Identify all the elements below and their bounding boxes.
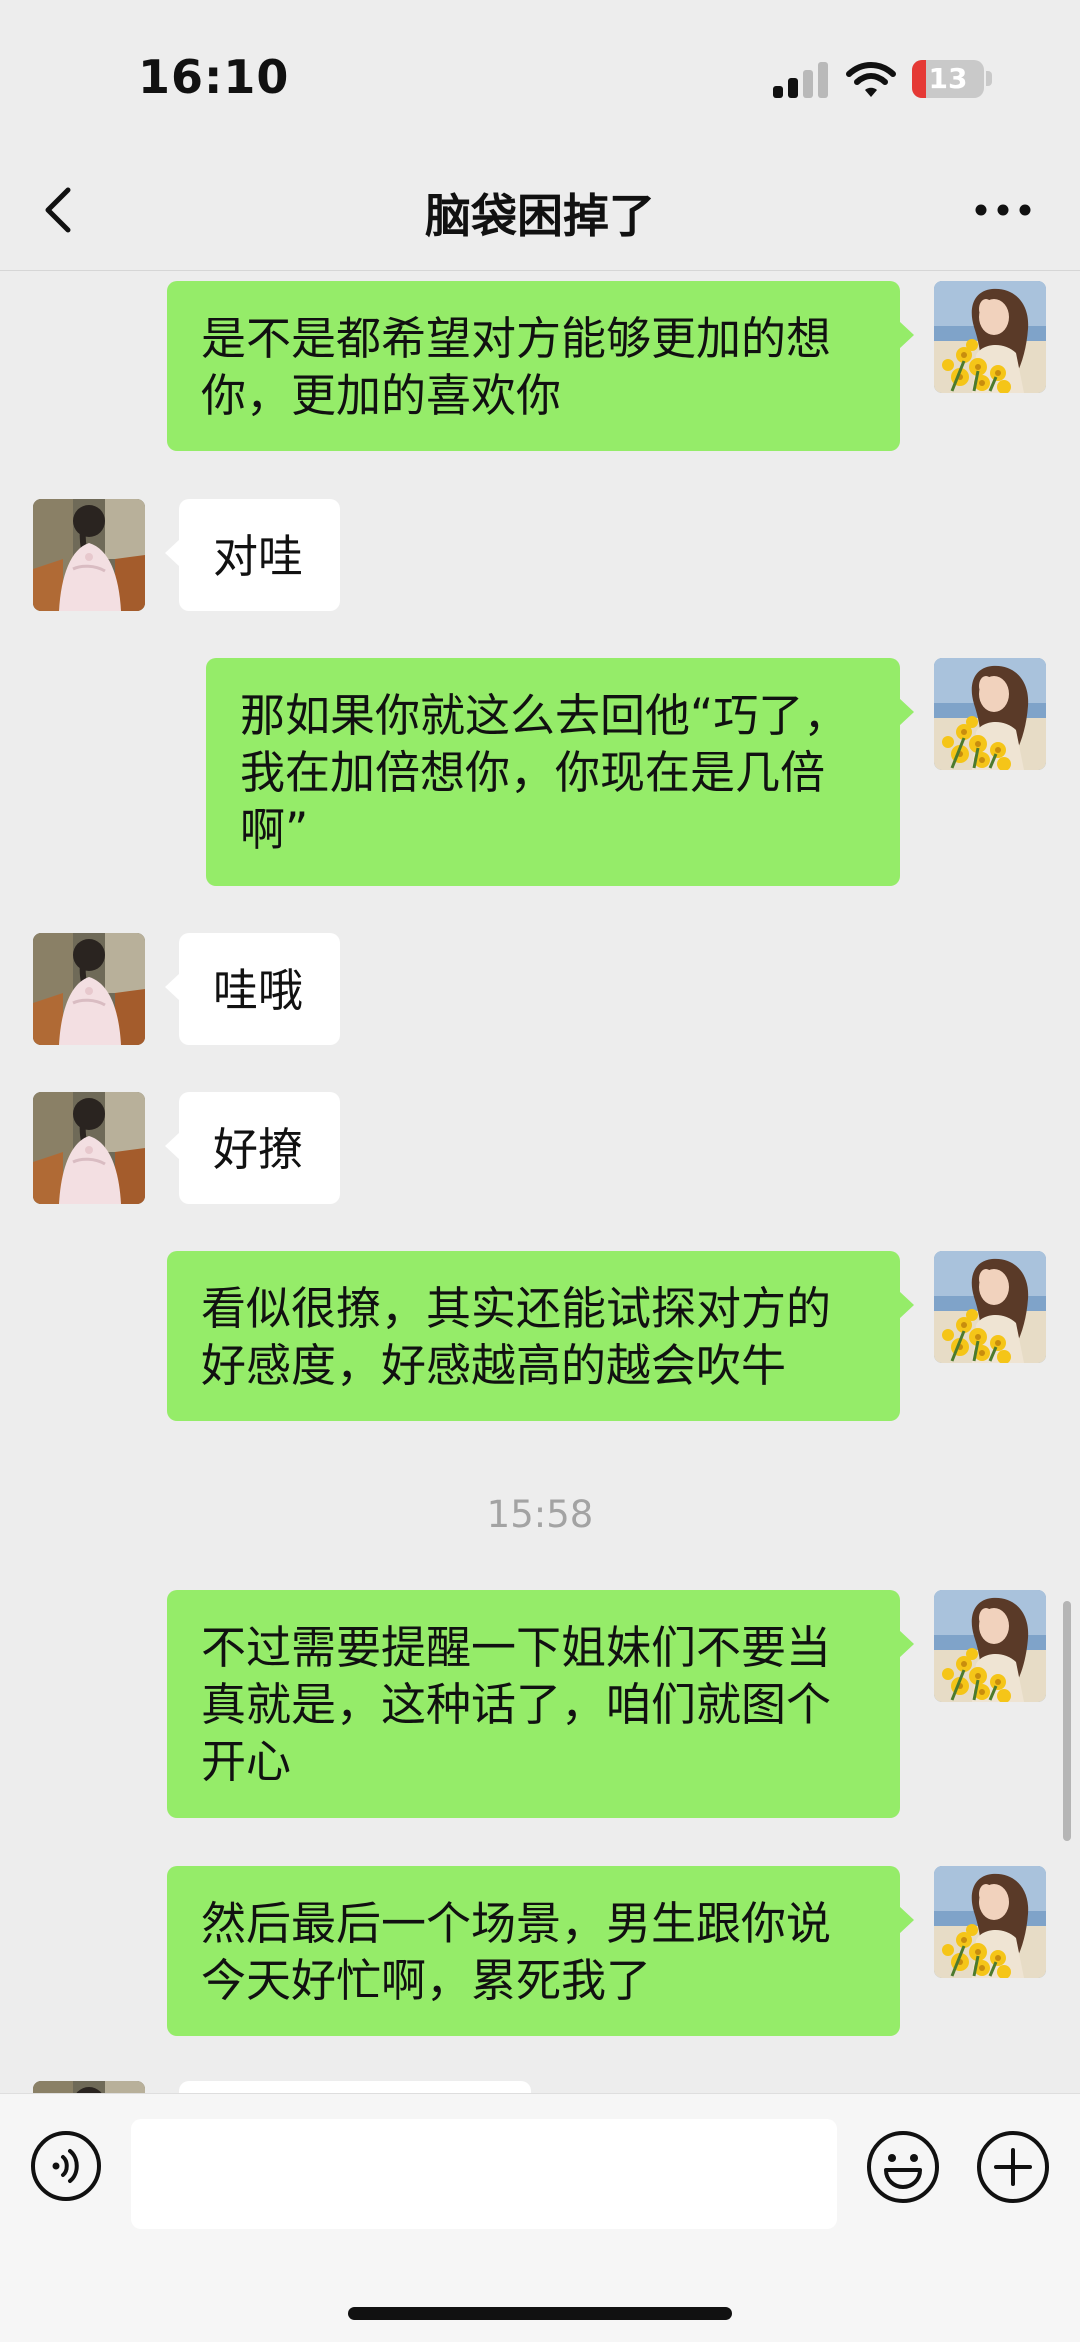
battery-percent: 13 xyxy=(928,62,968,95)
wifi-icon xyxy=(846,62,896,97)
emoji-icon[interactable] xyxy=(866,2130,940,2204)
status-time: 16:10 xyxy=(138,50,290,104)
self-avatar[interactable] xyxy=(934,281,1046,393)
message-bubble[interactable]: 看似很撩，其实还能试探对方的 好感度，好感越高的越会吹牛 xyxy=(167,1251,914,1421)
self-avatar[interactable] xyxy=(934,658,1046,770)
message-bubble-partial[interactable] xyxy=(179,2081,531,2093)
voice-icon[interactable] xyxy=(30,2130,102,2202)
message-bubble[interactable]: 是不是都希望对方能够更加的想 你，更加的喜欢你 xyxy=(167,281,914,451)
chat-header: 脑袋困掉了 xyxy=(0,150,1080,271)
status-bar: 16:10 13 xyxy=(0,0,1080,150)
plus-icon[interactable] xyxy=(976,2130,1050,2204)
battery-tip xyxy=(986,71,992,86)
cellular-signal-icon xyxy=(773,62,831,98)
self-avatar[interactable] xyxy=(934,1251,1046,1363)
chat-messages[interactable]: 是不是都希望对方能够更加的想 你，更加的喜欢你 对哇 那如果你就这么去回他“巧了… xyxy=(0,271,1080,2093)
message-timestamp: 15:58 xyxy=(486,1493,594,1536)
chat-scrollbar[interactable] xyxy=(1063,1601,1071,1841)
contact-avatar[interactable] xyxy=(33,499,145,611)
message-bubble[interactable]: 然后最后一个场景，男生跟你说 今天好忙啊，累死我了 xyxy=(167,1866,914,2036)
chat-title: 脑袋困掉了 xyxy=(425,189,655,243)
self-avatar[interactable] xyxy=(934,1866,1046,1978)
message-input-bar xyxy=(0,2093,1080,2342)
home-indicator[interactable] xyxy=(348,2307,732,2320)
contact-avatar[interactable] xyxy=(33,1092,145,1204)
self-avatar[interactable] xyxy=(934,1590,1046,1702)
message-bubble[interactable]: 不过需要提醒一下姐妹们不要当 真就是，这种话了，咱们就图个 开心 xyxy=(167,1590,914,1818)
more-dots-icon[interactable] xyxy=(968,180,1038,240)
message-bubble[interactable]: 对哇 xyxy=(165,499,340,611)
contact-avatar[interactable] xyxy=(33,2081,145,2093)
message-bubble[interactable]: 好撩 xyxy=(165,1092,340,1204)
message-bubble[interactable]: 哇哦 xyxy=(165,933,340,1045)
message-input[interactable] xyxy=(131,2119,837,2229)
contact-avatar[interactable] xyxy=(33,933,145,1045)
message-bubble[interactable]: 那如果你就这么去回他“巧了， 我在加倍想你，你现在是几倍 啊” xyxy=(206,658,914,886)
battery-icon: 13 xyxy=(912,60,984,98)
